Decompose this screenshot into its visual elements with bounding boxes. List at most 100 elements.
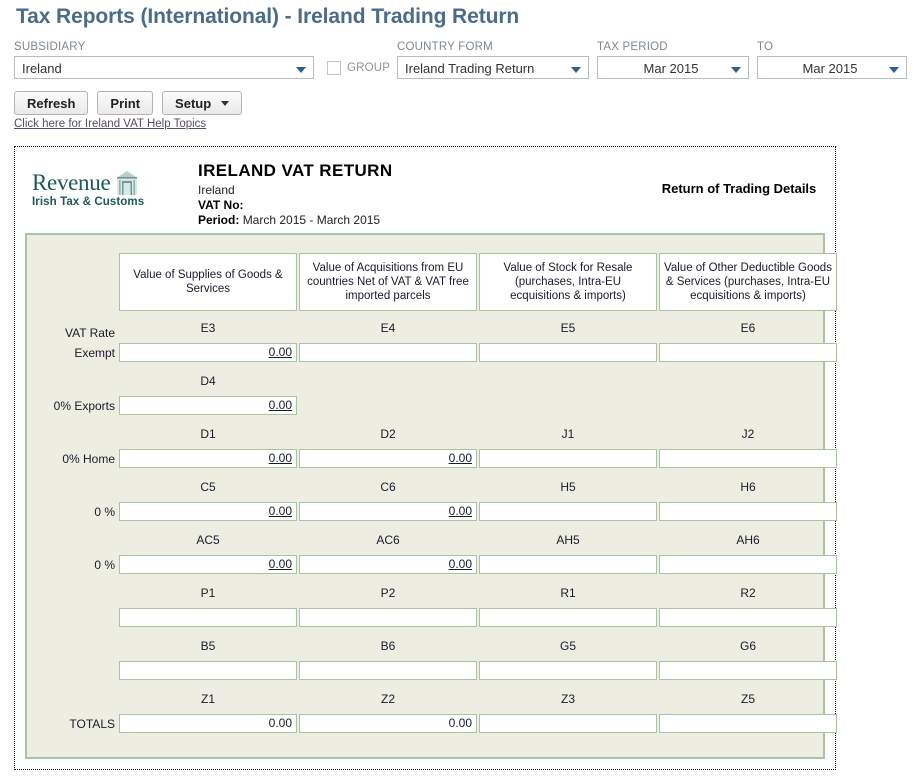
field-code: D4	[200, 374, 216, 388]
vat-return-panel: Value of Supplies of Goods & Services Val…	[25, 233, 837, 759]
field-input-d4[interactable]: 0.00	[119, 396, 297, 415]
field-value[interactable]: 0.00	[269, 557, 292, 571]
field-input-c5[interactable]: 0.00	[119, 502, 297, 521]
report-vat-no: VAT No:	[198, 198, 393, 213]
subsidiary-select[interactable]: Ireland	[14, 56, 314, 79]
country-form-value: Ireland Trading Return	[405, 61, 535, 76]
field-code: AC6	[376, 533, 400, 547]
tax-period-select[interactable]: Mar 2015	[597, 56, 749, 79]
revenue-logo-text: Revenue	[32, 171, 172, 195]
column-header: Value of Stock for Resale (purchases, In…	[479, 253, 657, 311]
field-code: C5	[200, 480, 216, 494]
field-code: J1	[561, 427, 575, 441]
column-header: Value of Other Deductible Goods & Servic…	[659, 253, 837, 311]
field-input-p2[interactable]	[299, 608, 477, 627]
vat-row: VAT Rate Exempt E3 0.00 E4 E5 E6	[27, 317, 837, 370]
field-input-h6[interactable]	[659, 502, 837, 521]
field-code: P1	[200, 586, 216, 600]
doorway-icon	[116, 171, 138, 195]
field-code: AH5	[556, 533, 580, 547]
vat-no-label: VAT No:	[198, 198, 244, 212]
field-code: B6	[380, 639, 396, 653]
field-value[interactable]: 0.00	[269, 451, 292, 465]
vat-row: 0% Home D1 0.00 D2 0.00 J1 J2	[27, 423, 837, 476]
field-input-ac5[interactable]: 0.00	[119, 555, 297, 574]
print-button[interactable]: Print	[97, 91, 154, 115]
vat-row: 0 % C5 0.00 C6 0.00 H5 H6	[27, 476, 837, 529]
field-value[interactable]: 0.00	[269, 345, 292, 359]
field-code: P2	[380, 586, 396, 600]
vat-row: 0% Exports D4 0.00	[27, 370, 823, 423]
setup-button-label: Setup	[175, 95, 212, 111]
report-title: IRELAND VAT RETURN	[198, 161, 393, 180]
chevron-down-icon	[889, 67, 899, 73]
field-code: B5	[200, 639, 216, 653]
revenue-logo-word: Revenue	[32, 170, 111, 195]
field-input-d2[interactable]: 0.00	[299, 449, 477, 468]
report-frame: Revenue Irish Tax & Customs IRELAND VAT	[14, 146, 837, 770]
field-code: E5	[560, 321, 576, 335]
row-label: 0 %	[94, 505, 115, 519]
field-input-e3[interactable]: 0.00	[119, 343, 297, 362]
row-label: TOTALS	[69, 717, 115, 731]
row-label: 0% Exports	[53, 399, 115, 413]
field-input-e4[interactable]	[299, 343, 477, 362]
field-input-z3[interactable]	[479, 714, 657, 733]
field-input-c6[interactable]: 0.00	[299, 502, 477, 521]
field-code: G5	[559, 639, 576, 653]
group-checkbox-wrapper[interactable]: GROUP	[327, 61, 390, 75]
field-code: J2	[741, 427, 755, 441]
field-input-j2[interactable]	[659, 449, 837, 468]
field-code: Z5	[740, 692, 755, 706]
field-input-p1[interactable]	[119, 608, 297, 627]
field-value[interactable]: 0.00	[449, 557, 472, 571]
vat-row: 0 % AC5 0.00 AC6 0.00 AH5 AH6	[27, 529, 837, 582]
report-period: Period: March 2015 - March 2015	[198, 213, 393, 228]
field-input-ac6[interactable]: 0.00	[299, 555, 477, 574]
field-code: Z1	[200, 692, 215, 706]
field-value[interactable]: 0.00	[449, 451, 472, 465]
chevron-down-icon	[731, 67, 741, 73]
chevron-down-icon	[571, 67, 581, 73]
field-input-z2[interactable]: 0.00	[299, 714, 477, 733]
field-input-r1[interactable]	[479, 608, 657, 627]
field-input-r2[interactable]	[659, 608, 837, 627]
field-value[interactable]: 0.00	[269, 398, 292, 412]
subsidiary-filter: SUBSIDIARY Ireland	[14, 41, 314, 79]
field-input-g5[interactable]	[479, 661, 657, 680]
field-input-g6[interactable]	[659, 661, 837, 680]
field-input-e5[interactable]	[479, 343, 657, 362]
field-code: E6	[740, 321, 756, 335]
field-input-ah6[interactable]	[659, 555, 837, 574]
row-label: Exempt	[74, 346, 115, 360]
chevron-down-icon	[221, 100, 230, 106]
field-input-b5[interactable]	[119, 661, 297, 680]
field-value[interactable]: 0.00	[269, 504, 292, 518]
field-input-j1[interactable]	[479, 449, 657, 468]
field-input-b6[interactable]	[299, 661, 477, 680]
to-label: TO	[757, 41, 774, 53]
toolbar: Refresh Print Setup	[14, 91, 914, 115]
field-value[interactable]: 0.00	[449, 504, 472, 518]
group-checkbox[interactable]	[327, 61, 341, 75]
country-form-select[interactable]: Ireland Trading Return	[397, 56, 589, 79]
vat-help-topics-link[interactable]: Click here for Ireland VAT Help Topics	[14, 118, 206, 130]
field-input-e6[interactable]	[659, 343, 837, 362]
report-country: Ireland	[198, 183, 235, 197]
country-form-filter: COUNTRY FORM Ireland Trading Return	[397, 41, 589, 79]
refresh-button[interactable]: Refresh	[14, 91, 89, 115]
page-title: Tax Reports (International) - Ireland Tr…	[16, 5, 520, 28]
field-value: 0.00	[448, 716, 472, 730]
to-period-select[interactable]: Mar 2015	[757, 56, 907, 79]
field-code: Z2	[380, 692, 395, 706]
vat-rows: VAT Rate Exempt E3 0.00 E4 E5 E6 0% Exports D4 0.…	[27, 317, 837, 741]
field-input-ah5[interactable]	[479, 555, 657, 574]
field-code: H6	[740, 480, 756, 494]
setup-button[interactable]: Setup	[162, 91, 243, 115]
field-input-z5[interactable]	[659, 714, 837, 733]
subsidiary-value: Ireland	[22, 61, 62, 76]
field-input-z1[interactable]: 0.00	[119, 714, 297, 733]
field-input-h5[interactable]	[479, 502, 657, 521]
field-input-d1[interactable]: 0.00	[119, 449, 297, 468]
field-code: R1	[560, 586, 576, 600]
